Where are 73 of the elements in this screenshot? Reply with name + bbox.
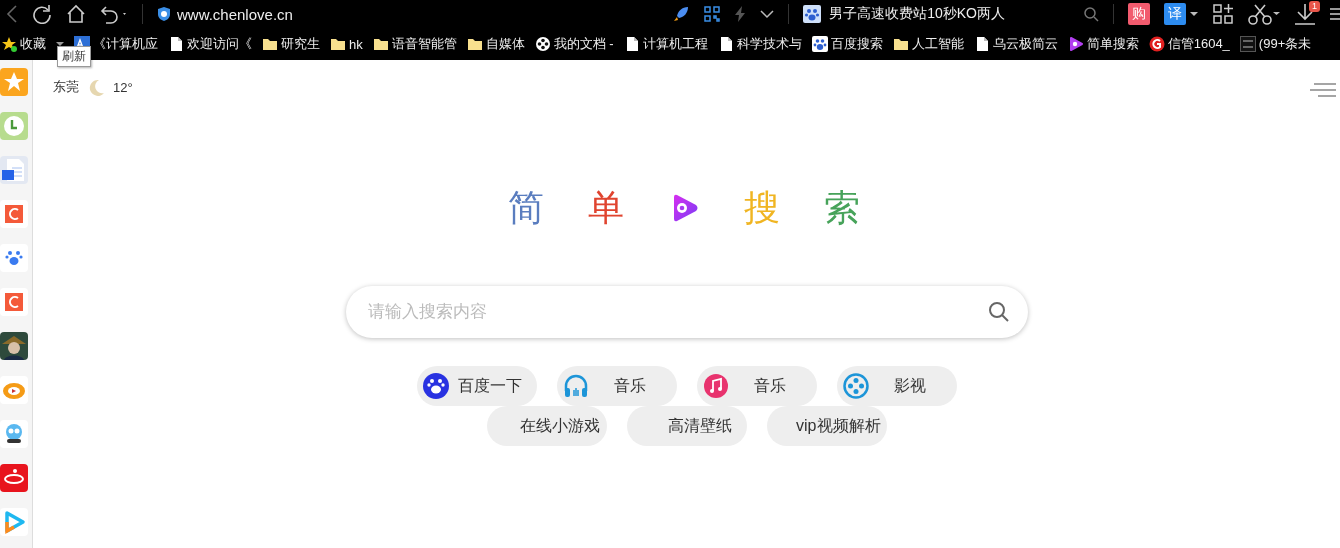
game-icon[interactable] [0, 332, 28, 360]
menu-icon[interactable] [1330, 6, 1340, 22]
headphones-icon [562, 373, 589, 399]
undo-icon[interactable] [100, 4, 128, 24]
moon-icon [87, 78, 105, 96]
bookmark[interactable]: hk [330, 36, 363, 52]
bookmark[interactable]: 研究生 [262, 35, 320, 53]
quick-link[interactable]: 音乐 [556, 366, 677, 406]
bookmark[interactable]: 简单搜索 [1067, 35, 1139, 53]
search-icon[interactable] [987, 301, 1010, 323]
refresh-icon[interactable] [32, 4, 52, 24]
bookmark[interactable]: 欢迎访问《 [168, 35, 252, 53]
folder-icon [466, 36, 483, 52]
search-icon[interactable] [1083, 6, 1099, 22]
qr-code-icon[interactable] [704, 6, 721, 22]
back-icon[interactable] [6, 4, 18, 24]
page-icon [168, 36, 184, 52]
quick-link[interactable]: 百度一下 [416, 366, 537, 406]
quick-link[interactable]: vip视频解析 [766, 406, 887, 446]
logo-character: 索 [824, 188, 860, 228]
c-logo-icon[interactable] [0, 200, 28, 228]
g-logo-icon [1148, 36, 1165, 52]
bookmark[interactable]: 乌云极简云 [973, 35, 1058, 53]
bird-icon[interactable] [0, 420, 28, 448]
apps-icon[interactable] [1212, 3, 1234, 25]
shield-icon [157, 6, 171, 22]
download-icon[interactable] [1294, 3, 1316, 25]
lightning-icon[interactable] [734, 6, 747, 22]
play-logo-icon [1067, 36, 1084, 52]
city-name: 东莞 [53, 78, 79, 96]
quick-link[interactable]: 音乐 [696, 366, 817, 406]
folder-icon [892, 36, 909, 52]
bookmark[interactable]: 语音智能管 [372, 35, 457, 53]
temperature: 12° [113, 79, 133, 95]
search-field[interactable]: 请输入搜索内容 [365, 291, 988, 333]
star-icon [1, 36, 17, 52]
page-title: 男子高速收费站10秒KO两人 [829, 5, 1005, 23]
quick-link[interactable]: 高清壁纸 [626, 406, 747, 446]
scissors-icon[interactable] [1248, 3, 1280, 25]
quick-link[interactable]: 在线小游戏 [486, 406, 607, 446]
film-reel-icon [534, 36, 551, 52]
bookmark[interactable]: 我的文档 - [534, 35, 614, 53]
bookmark[interactable]: 自媒体 [466, 35, 525, 53]
chevron-icon[interactable] [760, 9, 775, 19]
bookmark[interactable]: 百度搜索 [811, 35, 883, 53]
paw-icon [422, 373, 449, 399]
paw-icon[interactable] [0, 244, 28, 272]
folder-icon [330, 36, 346, 52]
bookmark[interactable]: 科学技术与 [717, 35, 802, 53]
paw-icon [811, 36, 828, 52]
quick-link[interactable]: 影视 [836, 366, 957, 406]
c-logo-icon[interactable] [0, 288, 28, 316]
address-field[interactable]: www.chenlove.cn [177, 5, 293, 23]
bookmark[interactable]: (99+条未 [1239, 35, 1312, 53]
music-note-icon [702, 373, 729, 399]
bookmark[interactable]: 收藏 [1, 35, 46, 53]
logo-character: 简 [508, 188, 544, 228]
logo-character: 单 [588, 188, 624, 228]
notification-badge: 1 [1309, 1, 1320, 12]
caret-icon[interactable] [1190, 11, 1198, 17]
bookmark[interactable]: 人工智能 [892, 35, 964, 53]
clock-icon[interactable] [0, 112, 28, 140]
document-icon[interactable] [0, 156, 28, 184]
home-icon[interactable] [66, 4, 86, 24]
folder-icon [262, 36, 278, 52]
logo-character: 搜 [744, 188, 780, 228]
film-reel-icon [842, 373, 869, 399]
folder-icon [372, 36, 389, 52]
bookmark[interactable]: 信管1604_ [1148, 35, 1230, 53]
bookmark[interactable]: 计算机工程 [623, 35, 708, 53]
tooltip: 刷新 [57, 46, 91, 67]
image-icon [1239, 36, 1256, 52]
paw-icon [803, 5, 822, 23]
